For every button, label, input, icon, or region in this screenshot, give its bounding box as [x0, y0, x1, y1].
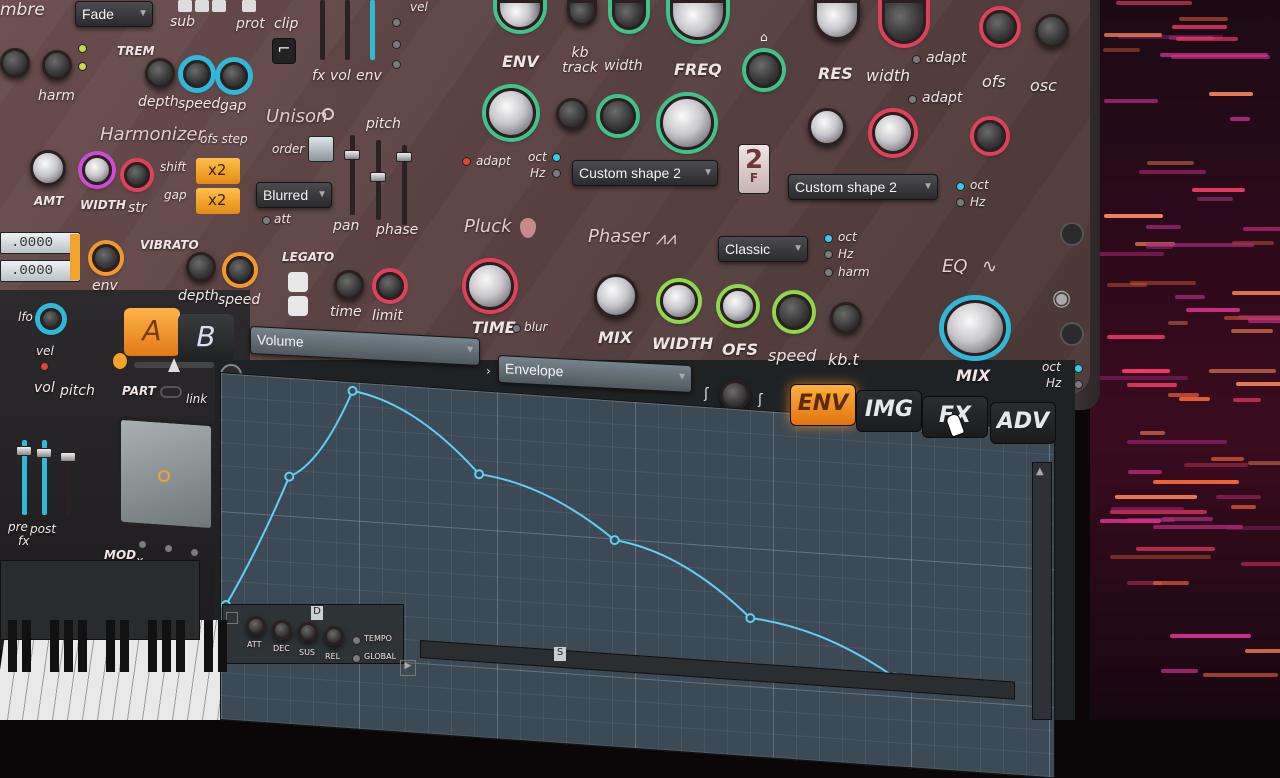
- rel-label: REL: [325, 652, 341, 661]
- envelope-point[interactable]: [474, 469, 485, 480]
- piano-black-key[interactable]: [218, 620, 227, 672]
- play-icon[interactable]: ▶: [400, 660, 416, 676]
- piano-black-key[interactable]: [176, 620, 185, 672]
- piano-black-key[interactable]: [162, 620, 171, 672]
- tab-img[interactable]: IMG: [856, 390, 922, 432]
- piano-black-key[interactable]: [106, 620, 115, 672]
- att-knob[interactable]: [246, 616, 266, 636]
- piano-black-key[interactable]: [204, 620, 213, 672]
- envelope-curve-layer[interactable]: [0, 0, 1280, 720]
- piano-black-key[interactable]: [22, 620, 31, 672]
- sus-knob[interactable]: [298, 622, 318, 642]
- tempo-toggle[interactable]: [352, 636, 361, 645]
- dec-label: DEC: [273, 644, 290, 653]
- dec-knob[interactable]: [272, 620, 292, 640]
- sustain-marker[interactable]: S: [554, 647, 566, 661]
- att-label-adsr: ATT: [247, 640, 262, 649]
- piano-black-key[interactable]: [50, 620, 59, 672]
- adsr-checkbox[interactable]: [226, 612, 238, 624]
- piano-black-key[interactable]: [64, 620, 73, 672]
- rel-knob[interactable]: [324, 626, 344, 646]
- piano-black-key[interactable]: [148, 620, 157, 672]
- scroll-up-icon[interactable]: ▲: [1036, 466, 1044, 477]
- envelope-point[interactable]: [347, 385, 358, 396]
- piano-black-key[interactable]: [120, 620, 129, 672]
- envelope-point[interactable]: [609, 535, 620, 546]
- tab-env[interactable]: ENV: [790, 384, 856, 426]
- envelope-point[interactable]: [745, 613, 756, 624]
- tab-adv[interactable]: ADV: [990, 402, 1056, 444]
- piano-black-key[interactable]: [8, 620, 17, 672]
- piano-black-key[interactable]: [78, 620, 87, 672]
- decay-marker[interactable]: D: [311, 606, 323, 620]
- sus-label: SUS: [299, 648, 316, 657]
- global-toggle[interactable]: [352, 654, 361, 663]
- envelope-point[interactable]: [284, 471, 295, 482]
- global-label: GLOBAL: [364, 652, 397, 661]
- envelope-vscroll[interactable]: [1032, 462, 1052, 720]
- tempo-label: TEMPO: [364, 634, 392, 643]
